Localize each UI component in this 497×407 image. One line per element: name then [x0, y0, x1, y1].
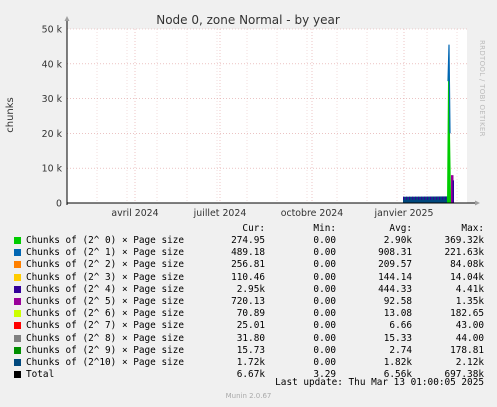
legend-swatch	[14, 310, 21, 318]
legend-avg-value: 13.08	[383, 308, 412, 320]
legend-cur-value: 6.67k	[236, 369, 265, 381]
legend: Cur: Min: Avg: Max: Chunks of (2^ 0) × P…	[0, 0, 497, 407]
legend-min-value: 0.00	[313, 344, 336, 356]
legend-swatch	[14, 359, 21, 366]
legend-cur-value: 15.73	[236, 344, 265, 356]
legend-label: Total	[26, 369, 55, 381]
rrdtool-credit: RRDTOOL / TOBI OETIKER	[478, 40, 486, 137]
legend-max-value: 4.41k	[455, 283, 484, 295]
legend-cur-value: 256.81	[231, 259, 265, 271]
legend-avg-value: 92.58	[383, 296, 412, 307]
legend-max-value: 14.04k	[450, 271, 484, 283]
legend-avg-value: 1.82k	[383, 357, 412, 368]
legend-max-value: 182.65	[450, 308, 484, 320]
legend-swatch	[14, 249, 21, 257]
legend-min-value: 0.00	[313, 332, 336, 344]
header-avg: Avg:	[389, 223, 412, 234]
legend-label: Chunks of (2^ 9) × Page size	[26, 344, 185, 356]
legend-label: Chunks of (2^ 6) × Page size	[26, 308, 185, 320]
legend-max-value: 2.12k	[455, 357, 484, 368]
legend-min-value: 0.00	[313, 259, 336, 271]
legend-min-value: 0.00	[313, 308, 336, 320]
last-update: Last update: Thu Mar 13 01:00:05 2025	[275, 377, 484, 388]
legend-max-value: 221.63k	[444, 247, 484, 259]
legend-swatch	[14, 346, 21, 354]
legend-label: Chunks of (2^ 0) × Page size	[26, 235, 185, 246]
legend-min-value: 0.00	[313, 271, 336, 283]
legend-max-value: 84.08k	[450, 259, 484, 271]
munin-version: Munin 2.0.67	[225, 392, 272, 400]
legend-cur-value: 110.46	[231, 271, 265, 283]
legend-avg-value: 6.66	[389, 320, 412, 332]
legend-max-value: 1.35k	[455, 296, 484, 307]
legend-swatch	[14, 273, 21, 281]
legend-avg-value: 2.74	[389, 344, 412, 356]
legend-cur-value: 274.95	[231, 235, 265, 246]
legend-swatch	[14, 371, 21, 379]
legend-cur-value: 70.89	[236, 308, 265, 320]
legend-label: Chunks of (2^ 1) × Page size	[26, 247, 185, 259]
legend-min-value: 0.00	[313, 283, 336, 295]
legend-max-value: 43.00	[455, 320, 484, 332]
header-max: Max:	[461, 223, 484, 234]
legend-min-value: 0.00	[313, 247, 336, 259]
legend-max-value: 178.81	[450, 344, 484, 356]
legend-swatch	[14, 334, 21, 342]
legend-min-value: 0.00	[313, 296, 336, 307]
legend-label: Chunks of (2^ 7) × Page size	[26, 320, 185, 332]
legend-avg-value: 908.31	[378, 247, 412, 259]
legend-swatch	[14, 298, 21, 305]
legend-cur-value: 31.80	[236, 332, 265, 344]
header-cur: Cur:	[242, 223, 265, 234]
legend-cur-value: 25.01	[236, 320, 265, 332]
legend-avg-value: 144.14	[378, 271, 412, 283]
legend-avg-value: 209.57	[378, 259, 412, 271]
legend-label: Chunks of (2^ 4) × Page size	[26, 283, 185, 295]
legend-max-value: 369.32k	[444, 235, 484, 246]
legend-max-value: 44.00	[455, 332, 484, 344]
legend-cur-value: 2.95k	[236, 283, 265, 295]
legend-cur-value: 489.18	[231, 247, 265, 259]
legend-label: Chunks of (2^ 8) × Page size	[26, 332, 185, 344]
legend-label: Chunks of (2^ 2) × Page size	[26, 259, 185, 271]
legend-avg-value: 15.33	[383, 332, 412, 344]
legend-swatch	[14, 322, 21, 330]
legend-label: Chunks of (2^ 3) × Page size	[26, 271, 185, 283]
legend-swatch	[14, 237, 21, 244]
legend-avg-value: 444.33	[378, 283, 412, 295]
legend-min-value: 0.00	[313, 320, 336, 332]
legend-cur-value: 720.13	[231, 296, 265, 307]
legend-swatch	[14, 285, 21, 293]
legend-avg-value: 2.90k	[383, 235, 412, 246]
legend-cur-value: 1.72k	[236, 357, 265, 368]
legend-label: Chunks of (2^ 5) × Page size	[26, 296, 185, 307]
legend-min-value: 0.00	[313, 235, 336, 246]
legend-swatch	[14, 261, 21, 269]
legend-label: Chunks of (2^10) × Page size	[26, 357, 185, 368]
legend-min-value: 0.00	[313, 357, 336, 368]
header-min: Min:	[313, 223, 336, 234]
